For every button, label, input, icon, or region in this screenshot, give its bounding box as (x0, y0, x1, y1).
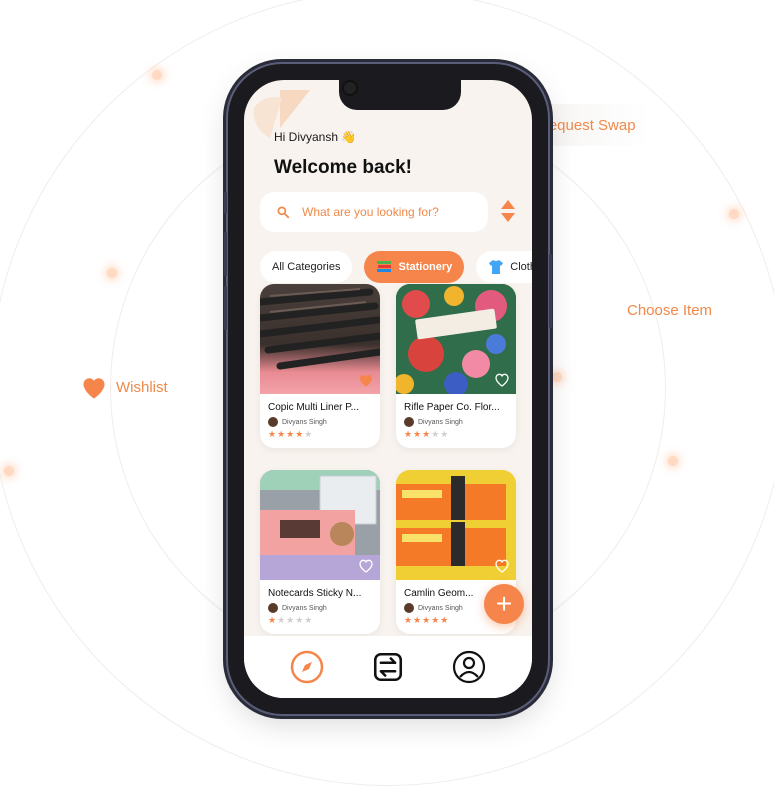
phone-power-button (549, 254, 552, 328)
decor-dot (668, 456, 678, 466)
category-chip-label: Stationery (398, 261, 453, 273)
product-owner: Divyans Singh (396, 413, 516, 427)
app-screen: Hi Divyansh 👋 Welcome back! All Categori… (244, 80, 532, 698)
choose-item-text: Choose Item (627, 302, 713, 319)
page-title: Welcome back! (274, 157, 412, 178)
tab-profile[interactable] (452, 650, 486, 684)
product-image (396, 284, 516, 396)
phone-side-button (224, 232, 227, 276)
owner-name: Divyans Singh (282, 604, 327, 612)
greeting-text: Hi Divyansh 👋 (274, 130, 357, 144)
product-image (260, 470, 380, 580)
owner-name: Divyans Singh (418, 604, 463, 612)
product-image (260, 284, 380, 394)
heart-outline-icon[interactable] (494, 558, 510, 574)
avatar (268, 603, 278, 613)
rating-stars: ★★★★★ (268, 615, 314, 625)
profile-icon (453, 650, 486, 684)
search-icon (277, 206, 290, 219)
category-chip-label: All Categories (272, 261, 341, 273)
compass-icon (290, 650, 323, 684)
sort-icon[interactable] (500, 198, 516, 224)
phone-frame: Hi Divyansh 👋 Welcome back! All Categori… (224, 64, 552, 714)
rating-stars: ★★★★★ (268, 429, 314, 439)
product-image (396, 470, 516, 580)
heart-outline-icon[interactable] (494, 372, 510, 388)
decor-dot (729, 209, 739, 219)
swap-icon (373, 652, 403, 682)
heart-icon[interactable] (358, 372, 374, 388)
product-owner: Divyans Singh (260, 413, 380, 427)
decor-dot (107, 268, 117, 278)
product-card[interactable]: Rifle Paper Co. Flor... Divyans Singh ★★… (396, 284, 516, 448)
search-input[interactable] (300, 204, 474, 220)
product-name: Rifle Paper Co. Flor... (404, 402, 500, 413)
product-card[interactable]: Copic Multi Liner P... Divyans Singh ★★★… (260, 284, 380, 448)
avatar (268, 417, 278, 427)
bottom-tab-bar (244, 636, 532, 698)
decor-dot (4, 466, 14, 476)
category-chip-cloth[interactable]: Cloth (476, 251, 532, 283)
avatar (404, 417, 414, 427)
heart-icon (83, 378, 105, 399)
wishlist-label: Wishlist (80, 374, 168, 400)
category-chip-label: Cloth (510, 261, 532, 273)
wishlist-text: Wishlist (116, 378, 168, 396)
heart-outline-icon[interactable] (358, 558, 374, 574)
search-bar[interactable] (260, 192, 488, 232)
avatar (404, 603, 414, 613)
books-icon (377, 261, 392, 272)
product-name: Copic Multi Liner P... (268, 402, 359, 413)
product-owner: Divyans Singh (260, 599, 380, 613)
choose-item-label: Choose Item (627, 302, 712, 319)
front-camera (342, 80, 358, 96)
category-chips: All Categories Stationery Cloth (260, 251, 532, 283)
decor-dot (152, 70, 162, 80)
request-swap-text: Request Swap (538, 116, 636, 134)
owner-name: Divyans Singh (282, 418, 327, 426)
category-chip-stationery[interactable]: Stationery (364, 251, 465, 283)
tab-explore[interactable] (290, 650, 324, 684)
owner-name: Divyans Singh (418, 418, 463, 426)
phone-side-button (224, 286, 227, 330)
rating-stars: ★★★★★ (404, 429, 450, 439)
phone-side-button (224, 192, 227, 214)
product-card[interactable]: Notecards Sticky N... Divyans Singh ★★★★… (260, 470, 380, 634)
category-chip-all[interactable]: All Categories (260, 251, 353, 283)
tab-swap[interactable] (371, 650, 405, 684)
product-name: Notecards Sticky N... (268, 588, 362, 599)
decor-dot (552, 372, 562, 382)
add-item-button[interactable]: + (484, 584, 524, 624)
shirt-icon (489, 260, 504, 274)
